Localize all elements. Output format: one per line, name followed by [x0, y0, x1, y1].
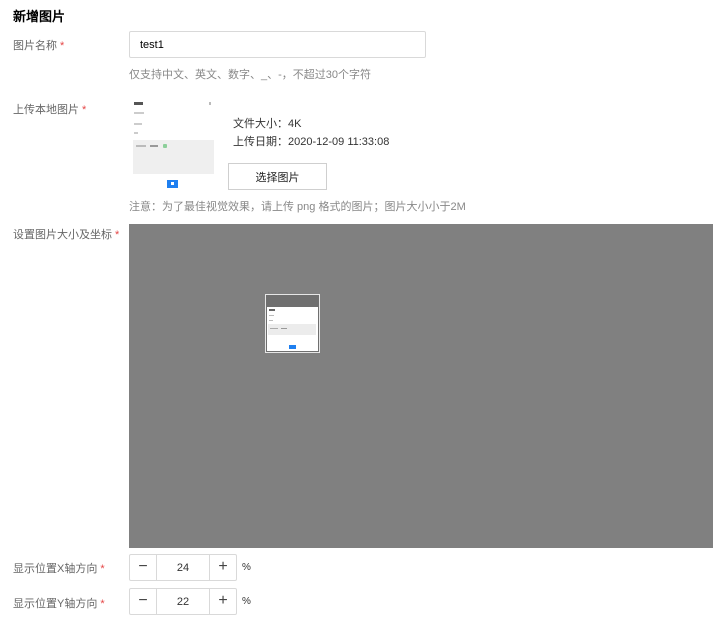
page-title: 新增图片 — [13, 9, 66, 24]
choose-image-button[interactable]: 选择图片 — [228, 163, 327, 190]
image-name-input[interactable] — [129, 31, 426, 58]
required-mark: * — [100, 598, 105, 610]
y-axis-label-text: 显示位置Y轴方向 — [13, 598, 98, 610]
x-axis-stepper: − + — [129, 554, 237, 581]
upload-label-text: 上传本地图片 — [13, 104, 79, 116]
uploaded-image-thumbnail — [131, 99, 215, 191]
upload-date: 上传日期：2020-12-09 11:33:08 — [233, 136, 390, 148]
image-name-label-text: 图片名称 — [13, 40, 57, 52]
upload-note: 注意：为了最佳视觉效果，请上传 png 格式的图片；图片大小小于2M — [129, 201, 466, 213]
required-mark: * — [82, 104, 87, 116]
y-axis-label: 显示位置Y轴方向 * — [13, 595, 105, 611]
image-name-hint: 仅支持中文、英文、数字、_、-，不超过30个字符 — [129, 69, 372, 81]
position-canvas[interactable] — [129, 224, 713, 548]
position-label: 设置图片大小及坐标 * — [13, 226, 119, 242]
required-mark: * — [115, 229, 120, 241]
x-axis-unit: % — [242, 562, 251, 573]
x-axis-input[interactable] — [157, 555, 209, 580]
required-mark: * — [100, 563, 105, 575]
file-size: 文件大小：4K — [233, 118, 302, 130]
position-label-text: 设置图片大小及坐标 — [13, 229, 112, 241]
y-axis-input[interactable] — [157, 589, 209, 614]
required-mark: * — [60, 40, 65, 52]
x-decrease-button[interactable]: − — [130, 555, 157, 580]
x-increase-button[interactable]: + — [209, 555, 236, 580]
image-name-label: 图片名称 * — [13, 37, 64, 53]
x-axis-label-text: 显示位置X轴方向 — [13, 563, 98, 575]
upload-label: 上传本地图片 * — [13, 101, 86, 117]
y-decrease-button[interactable]: − — [130, 589, 157, 614]
y-axis-stepper: − + — [129, 588, 237, 615]
y-increase-button[interactable]: + — [209, 589, 236, 614]
x-axis-label: 显示位置X轴方向 * — [13, 560, 105, 576]
draggable-image-preview[interactable] — [265, 294, 320, 353]
y-axis-unit: % — [242, 596, 251, 607]
